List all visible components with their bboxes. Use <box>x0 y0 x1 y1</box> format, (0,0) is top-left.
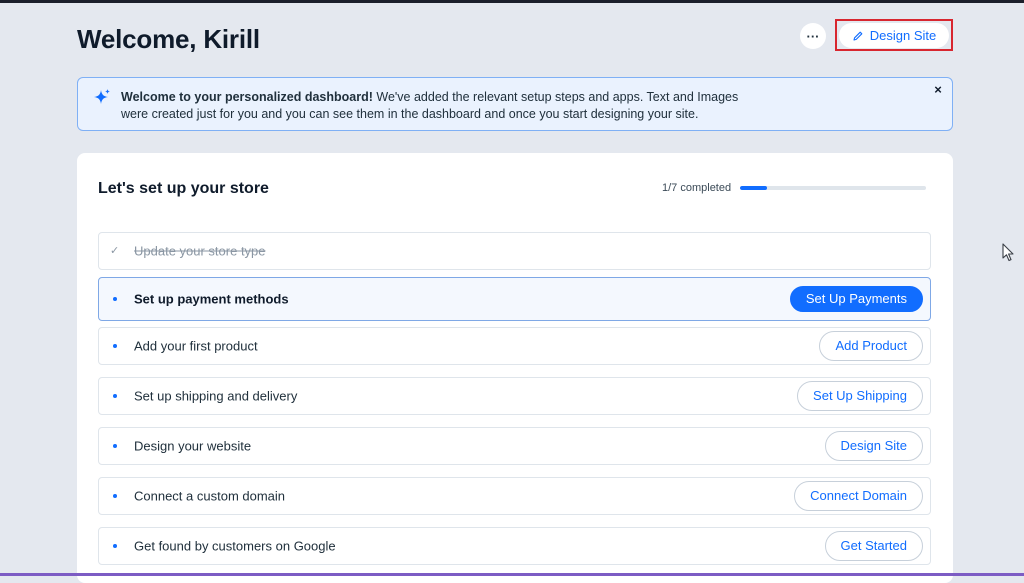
progress-bar-fill <box>740 186 767 190</box>
progress-label: 1/7 completed <box>662 182 732 194</box>
task-label: Set up payment methods <box>134 291 289 307</box>
close-icon[interactable]: × <box>931 83 945 97</box>
more-actions-button[interactable]: ··· <box>800 23 826 49</box>
task-row-google[interactable]: Get found by customers on Google Get Sta… <box>98 527 931 565</box>
design-site-button-label: Design Site <box>869 28 937 43</box>
welcome-banner: Welcome to your personalized dashboard! … <box>77 77 953 131</box>
page-title: Welcome, Kirill <box>77 24 260 54</box>
store-setup-card: Let's set up your store 1/7 completed ✓ … <box>77 153 953 583</box>
bullet-icon <box>113 494 117 498</box>
task-label: Design your website <box>134 438 252 454</box>
banner-heading: Welcome to your personalized dashboard! <box>121 90 373 104</box>
task-label: Get found by customers on Google <box>134 538 336 554</box>
checkmark-icon: ✓ <box>110 245 120 257</box>
bullet-icon <box>113 444 117 448</box>
bullet-icon <box>113 297 117 301</box>
task-label: Connect a custom domain <box>134 488 286 504</box>
design-site-task-button[interactable]: Design Site <box>824 431 923 461</box>
task-row-custom-domain[interactable]: Connect a custom domain Connect Domain <box>98 477 931 515</box>
setup-title: Let's set up your store <box>98 180 269 197</box>
task-row-add-product[interactable]: Add your first product Add Product <box>98 327 931 365</box>
task-row-design-website[interactable]: Design your website Design Site <box>98 427 931 465</box>
task-label: Add your first product <box>134 338 258 354</box>
banner-message: Welcome to your personalized dashboard! … <box>121 89 761 123</box>
get-started-button[interactable]: Get Started <box>824 531 923 561</box>
sparkle-icon <box>92 88 112 108</box>
task-label: Set up shipping and delivery <box>134 388 298 404</box>
task-row-shipping[interactable]: Set up shipping and delivery Set Up Ship… <box>98 377 931 415</box>
bullet-icon <box>113 544 117 548</box>
window-top-border <box>0 0 1024 3</box>
pencil-icon <box>852 30 864 42</box>
mouse-cursor-icon <box>1002 243 1016 263</box>
task-row-payment-methods[interactable]: Set up payment methods Set Up Payments <box>98 277 931 321</box>
task-row-update-store-type[interactable]: ✓ Update your store type <box>98 232 931 270</box>
set-up-shipping-button[interactable]: Set Up Shipping <box>797 381 923 411</box>
add-product-button[interactable]: Add Product <box>819 331 923 361</box>
connect-domain-button[interactable]: Connect Domain <box>794 481 923 511</box>
set-up-payments-button[interactable]: Set Up Payments <box>789 286 923 312</box>
bullet-icon <box>113 344 117 348</box>
task-label: Update your store type <box>134 243 266 259</box>
progress-bar <box>740 186 926 190</box>
bullet-icon <box>113 394 117 398</box>
design-site-button[interactable]: Design Site <box>839 23 949 48</box>
